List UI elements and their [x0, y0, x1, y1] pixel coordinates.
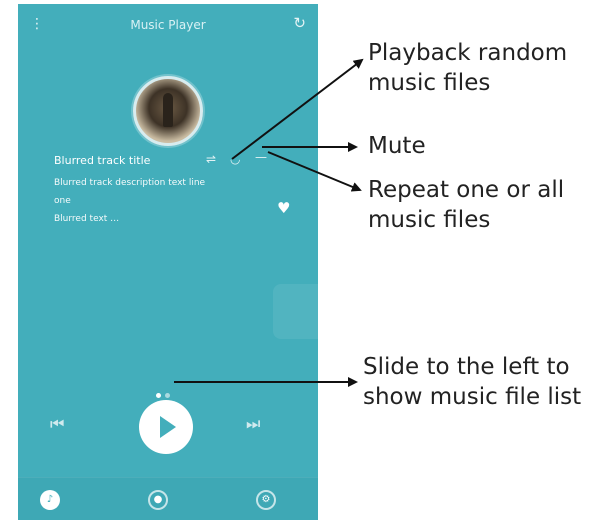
arrow-repeat	[267, 151, 362, 192]
annotation-arrows	[174, 58, 364, 387]
arrow-shuffle	[231, 58, 364, 160]
